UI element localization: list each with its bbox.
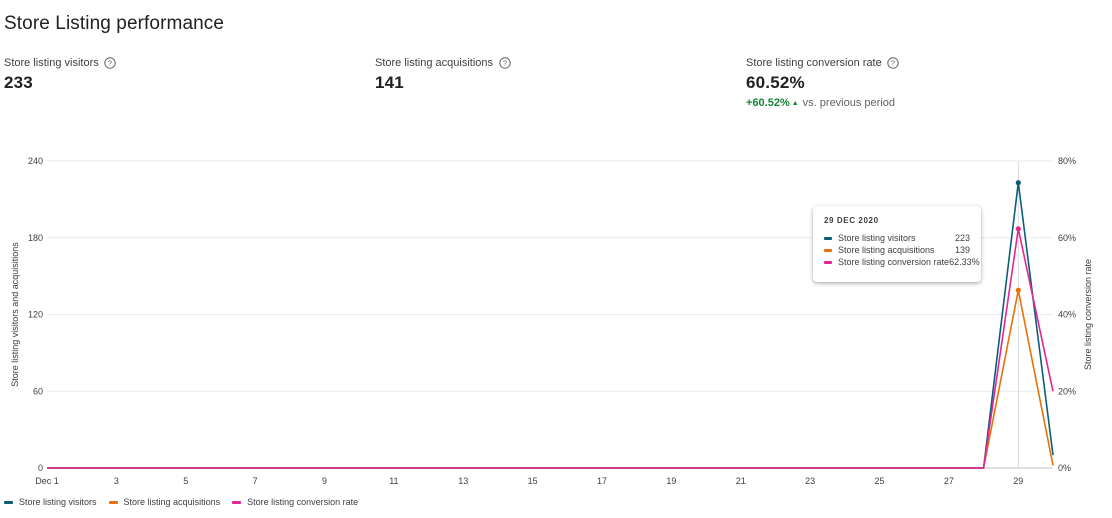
- tooltip-row-value: 62.33%: [949, 257, 980, 267]
- legend-label: Store listing conversion rate: [247, 497, 359, 507]
- x-tick-label: 19: [666, 476, 676, 486]
- x-tick-label: 11: [389, 476, 398, 486]
- x-tick-label: 29: [1013, 476, 1023, 486]
- legend-swatch: [4, 500, 13, 504]
- x-tick-label: 17: [597, 476, 607, 486]
- chart-legend: Store listing visitors Store listing acq…: [4, 497, 358, 507]
- tooltip-row-conversion-rate: Store listing conversion rate 62.33%: [824, 256, 980, 268]
- legend-item-acquisitions[interactable]: Store listing acquisitions: [108, 497, 221, 507]
- legend-item-conversion-rate[interactable]: Store listing conversion rate: [232, 497, 358, 507]
- chart-tooltip: 29 DEC 2020 Store listing visitors 223 S…: [813, 206, 981, 282]
- y-right-axis-title: Store listing conversion rate: [1083, 259, 1093, 370]
- x-tick-label: 25: [875, 476, 885, 486]
- y-left-axis-title: Store listing visitors and acquisitions: [10, 242, 20, 387]
- series-swatch: [824, 248, 832, 252]
- tooltip-row-label: Store listing acquisitions: [838, 245, 935, 255]
- legend-swatch: [108, 500, 118, 504]
- y-right-tick-label: 40%: [1058, 310, 1076, 320]
- tooltip-row-visitors: Store listing visitors 223: [824, 232, 970, 244]
- data-point: [1015, 226, 1021, 232]
- series-swatch: [824, 236, 832, 240]
- legend-label: Store listing acquisitions: [123, 497, 221, 507]
- x-tick-label: 5: [183, 476, 188, 486]
- x-tick-label: 23: [805, 476, 815, 486]
- y-left-tick-label: 0: [38, 463, 43, 473]
- legend-label: Store listing visitors: [19, 497, 97, 507]
- y-left-tick-label: 240: [28, 156, 43, 166]
- legend-item-visitors[interactable]: Store listing visitors: [4, 497, 97, 507]
- x-tick-label: 7: [253, 476, 258, 486]
- x-tick-label: 13: [458, 476, 468, 486]
- x-tick-label: 21: [736, 476, 746, 486]
- tooltip-row-value: 139: [954, 245, 970, 255]
- data-point: [1015, 180, 1021, 186]
- series-line: [47, 290, 1054, 469]
- tooltip-row-label: Store listing visitors: [838, 233, 916, 243]
- y-left-tick-label: 60: [33, 386, 43, 396]
- tooltip-date: 29 DEC 2020: [824, 216, 879, 225]
- y-right-tick-label: 0%: [1058, 463, 1071, 473]
- tooltip-row-value: 223: [954, 233, 970, 243]
- y-right-tick-label: 80%: [1058, 156, 1076, 166]
- y-right-tick-label: 20%: [1058, 386, 1076, 396]
- x-tick-label: 3: [114, 476, 119, 486]
- y-left-tick-label: 180: [28, 233, 43, 243]
- tooltip-row-label: Store listing conversion rate: [838, 257, 950, 267]
- x-tick-label: 9: [322, 476, 327, 486]
- y-left-tick-label: 120: [28, 310, 43, 320]
- legend-swatch: [232, 500, 242, 504]
- x-tick-label: 15: [528, 476, 538, 486]
- x-tick-label: Dec 1: [35, 476, 59, 486]
- data-point: [1015, 287, 1021, 293]
- series-swatch: [824, 260, 832, 264]
- tooltip-row-acquisitions: Store listing acquisitions 139: [824, 244, 970, 256]
- y-right-tick-label: 60%: [1058, 233, 1076, 243]
- x-tick-label: 27: [944, 476, 954, 486]
